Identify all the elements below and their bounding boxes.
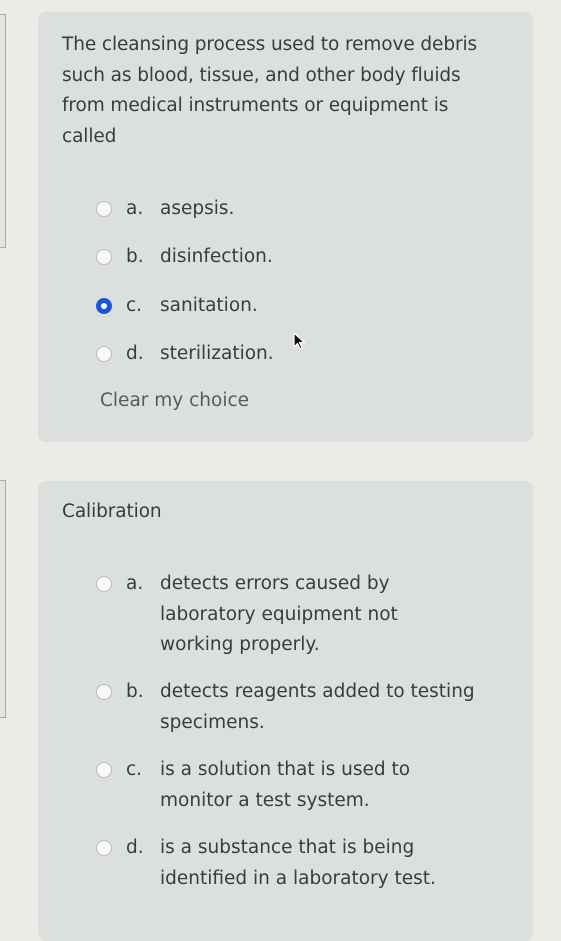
radio-button[interactable] (96, 684, 112, 700)
question-text: The cleansing process used to remove deb… (62, 34, 478, 147)
option-letter: c. (126, 295, 143, 316)
option-label: detects errors caused by laboratory equi… (160, 573, 398, 655)
mouse-pointer-icon (293, 332, 306, 350)
option-letter: b. (126, 681, 144, 702)
option-c[interactable]: c. is a solution that is used to monitor… (96, 755, 516, 817)
radio-button[interactable] (96, 840, 112, 856)
option-c[interactable]: c. sanitation. (96, 291, 516, 321)
radio-button-selected[interactable] (96, 298, 112, 314)
option-label: is a substance that is being identified … (160, 837, 436, 889)
option-d[interactable]: d. is a substance that is being identifi… (96, 833, 516, 895)
option-label: sterilization. (160, 343, 274, 364)
option-label: disinfection. (160, 246, 273, 267)
question-card-2: Calibration a. detects errors caused by … (38, 481, 533, 941)
question-text: Calibration (62, 501, 162, 522)
option-label: asepsis. (160, 198, 235, 219)
option-letter: d. (126, 343, 144, 364)
option-letter: a. (126, 573, 144, 594)
option-letter: c. (126, 759, 143, 780)
option-letter: d. (126, 837, 144, 858)
radio-button[interactable] (96, 762, 112, 778)
option-label: is a solution that is used to monitor a … (160, 759, 411, 811)
option-a[interactable]: a. detects errors caused by laboratory e… (96, 569, 516, 661)
option-a[interactable]: a. asepsis. (96, 194, 516, 224)
option-label: sanitation. (160, 295, 258, 316)
option-b[interactable]: b. disinfection. (96, 242, 516, 272)
radio-button[interactable] (96, 201, 112, 217)
radio-button[interactable] (96, 249, 112, 265)
clear-choice-link[interactable]: Clear my choice (100, 388, 249, 414)
option-letter: b. (126, 246, 144, 267)
question-nav-tab-2[interactable] (0, 480, 6, 718)
question-nav-tab-1[interactable] (0, 14, 6, 248)
radio-button[interactable] (96, 346, 112, 362)
question-card-1: The cleansing process used to remove deb… (38, 12, 533, 442)
option-label: detects reagents added to testing specim… (160, 681, 475, 733)
option-letter: a. (126, 198, 144, 219)
radio-button[interactable] (96, 576, 112, 592)
option-b[interactable]: b. detects reagents added to testing spe… (96, 677, 516, 739)
